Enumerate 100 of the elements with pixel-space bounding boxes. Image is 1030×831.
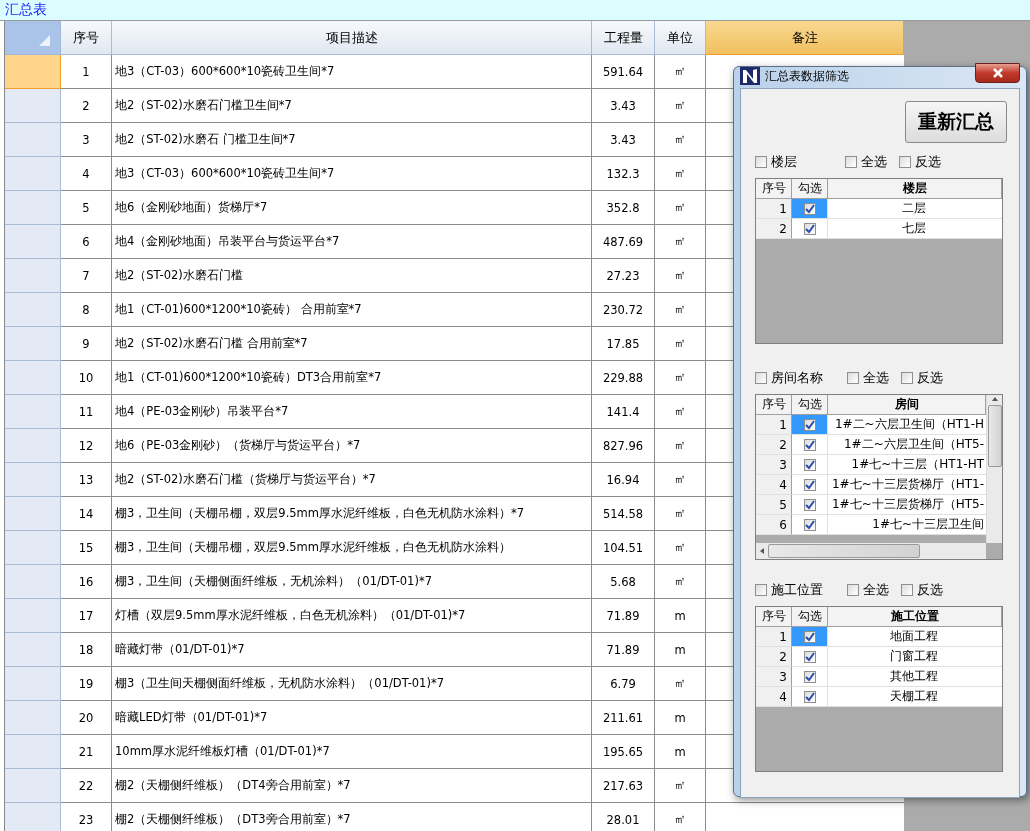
vertical-scrollbar[interactable] bbox=[986, 395, 1002, 543]
column-header[interactable]: 项目描述 bbox=[112, 21, 592, 55]
check-cell[interactable] bbox=[792, 415, 828, 435]
close-button[interactable] bbox=[975, 63, 1020, 83]
row-number: 3 bbox=[756, 667, 792, 687]
select-all-checkbox[interactable]: 全选 bbox=[845, 153, 887, 171]
invert-checkbox[interactable]: 反选 bbox=[901, 369, 943, 387]
row-header[interactable] bbox=[5, 531, 61, 565]
invert-checkbox[interactable]: 反选 bbox=[899, 153, 941, 171]
row-checkbox[interactable] bbox=[803, 202, 816, 215]
row-checkbox[interactable] bbox=[803, 650, 816, 663]
checkbox[interactable] bbox=[755, 372, 767, 384]
checkbox-label: 反选 bbox=[915, 153, 941, 171]
row-checkbox[interactable] bbox=[803, 418, 816, 431]
table-cell: 230.72 bbox=[592, 293, 655, 327]
invert-checkbox[interactable]: 反选 bbox=[901, 581, 943, 599]
check-cell[interactable] bbox=[792, 219, 828, 239]
checkbox[interactable] bbox=[899, 156, 911, 168]
check-cell[interactable] bbox=[792, 647, 828, 667]
row-header[interactable] bbox=[5, 701, 61, 735]
checkbox[interactable] bbox=[755, 156, 767, 168]
table-cell: 5.68 bbox=[592, 565, 655, 599]
row-header[interactable] bbox=[5, 191, 61, 225]
table-cell: 229.88 bbox=[592, 361, 655, 395]
table-cell: 23 bbox=[61, 803, 112, 831]
row-header[interactable] bbox=[5, 157, 61, 191]
row-checkbox[interactable] bbox=[803, 458, 816, 471]
row-header[interactable] bbox=[5, 667, 61, 701]
checkbox[interactable] bbox=[845, 156, 857, 168]
table-cell: 17 bbox=[61, 599, 112, 633]
row-header[interactable] bbox=[5, 599, 61, 633]
check-cell[interactable] bbox=[792, 687, 828, 707]
check-cell[interactable] bbox=[792, 515, 828, 535]
table-cell: 棚2（天棚侧纤维板）（DT4旁合用前室）*7 bbox=[112, 769, 592, 803]
row-header[interactable] bbox=[5, 769, 61, 803]
table-cell: 6 bbox=[61, 225, 112, 259]
row-checkbox[interactable] bbox=[803, 478, 816, 491]
resummarize-button[interactable]: 重新汇总 bbox=[905, 101, 1007, 143]
table-cell: 20 bbox=[61, 701, 112, 735]
table-cell: 71.89 bbox=[592, 599, 655, 633]
column-header[interactable]: 序号 bbox=[61, 21, 112, 55]
checkbox[interactable] bbox=[847, 584, 859, 596]
row-header[interactable] bbox=[5, 293, 61, 327]
checkbox-label: 全选 bbox=[861, 153, 887, 171]
horizontal-scrollbar[interactable] bbox=[756, 543, 986, 559]
table-cell: 28.01 bbox=[592, 803, 655, 831]
row-checkbox[interactable] bbox=[803, 438, 816, 451]
row-header[interactable] bbox=[5, 395, 61, 429]
row-checkbox[interactable] bbox=[803, 518, 816, 531]
table-cell: 827.96 bbox=[592, 429, 655, 463]
row-header[interactable] bbox=[5, 361, 61, 395]
check-cell[interactable] bbox=[792, 455, 828, 475]
table-cell: 211.61 bbox=[592, 701, 655, 735]
grid-cell: 门窗工程 bbox=[828, 647, 1002, 667]
row-number: 1 bbox=[756, 199, 792, 219]
column-header[interactable]: 工程量 bbox=[592, 21, 655, 55]
row-header[interactable] bbox=[5, 327, 61, 361]
table-cell: 3 bbox=[61, 123, 112, 157]
row-header[interactable] bbox=[5, 429, 61, 463]
row-checkbox[interactable] bbox=[803, 630, 816, 643]
row-header[interactable] bbox=[5, 123, 61, 157]
row-header[interactable] bbox=[5, 89, 61, 123]
column-header[interactable]: 备注 bbox=[706, 21, 904, 55]
check-cell[interactable] bbox=[792, 435, 828, 455]
checkbox[interactable] bbox=[847, 372, 859, 384]
dialog-title: 汇总表数据筛选 bbox=[765, 67, 849, 85]
row-header[interactable] bbox=[5, 463, 61, 497]
checkbox[interactable] bbox=[901, 372, 913, 384]
row-checkbox[interactable] bbox=[803, 670, 816, 683]
table-cell: 18 bbox=[61, 633, 112, 667]
checkbox[interactable] bbox=[755, 584, 767, 596]
checkbox[interactable] bbox=[901, 584, 913, 596]
row-header[interactable] bbox=[5, 565, 61, 599]
select-all-checkbox[interactable]: 全选 bbox=[847, 581, 889, 599]
column-header[interactable]: 单位 bbox=[655, 21, 706, 55]
row-header[interactable] bbox=[5, 259, 61, 293]
row-header[interactable] bbox=[5, 225, 61, 259]
filter-checkbox[interactable]: 施工位置 bbox=[755, 581, 823, 599]
check-cell[interactable] bbox=[792, 667, 828, 687]
grid-cell: 1#七~十三层（HT1-HT bbox=[828, 455, 986, 475]
row-checkbox[interactable] bbox=[803, 222, 816, 235]
filter-checkbox[interactable]: 房间名称 bbox=[755, 369, 823, 387]
grid-cell: 1#七~十三层货梯厅（HT1- bbox=[828, 475, 986, 495]
filter-checkbox[interactable]: 楼层 bbox=[755, 153, 797, 171]
table-cell: 16 bbox=[61, 565, 112, 599]
select-all-checkbox[interactable]: 全选 bbox=[847, 369, 889, 387]
row-header[interactable] bbox=[5, 633, 61, 667]
check-cell[interactable] bbox=[792, 627, 828, 647]
row-checkbox[interactable] bbox=[803, 690, 816, 703]
select-all-corner[interactable] bbox=[5, 21, 61, 55]
table-cell: 487.69 bbox=[592, 225, 655, 259]
row-header[interactable] bbox=[5, 735, 61, 769]
row-checkbox[interactable] bbox=[803, 498, 816, 511]
row-header[interactable] bbox=[5, 497, 61, 531]
scroll-up-icon[interactable] bbox=[990, 395, 999, 403]
check-cell[interactable] bbox=[792, 495, 828, 515]
row-header[interactable] bbox=[5, 55, 61, 89]
table-cell: 棚3，卫生间（天棚吊棚，双层9.5mm厚水泥纤维板，白色无机防水涂料）*7 bbox=[112, 497, 592, 531]
check-cell[interactable] bbox=[792, 475, 828, 495]
check-cell[interactable] bbox=[792, 199, 828, 219]
